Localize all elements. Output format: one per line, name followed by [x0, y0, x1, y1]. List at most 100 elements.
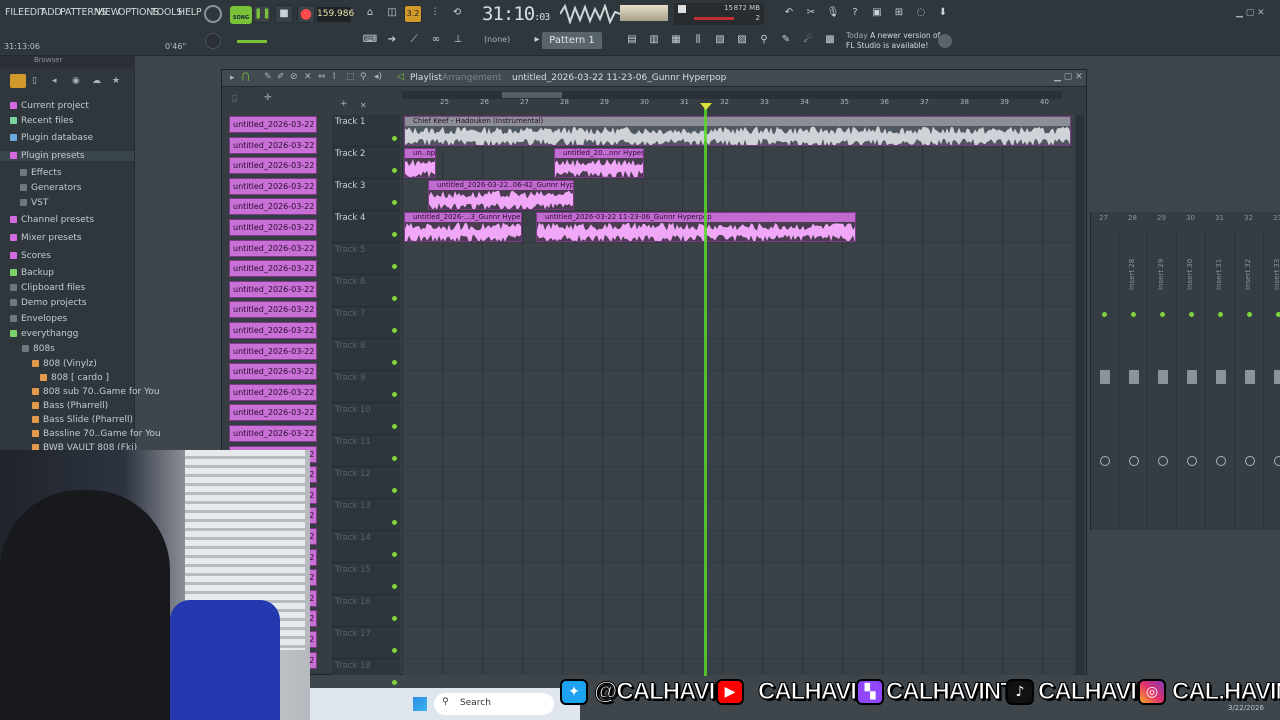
- track-mute-led[interactable]: [392, 296, 397, 301]
- track-header[interactable]: Track 2: [332, 147, 400, 179]
- tempo-tapper-icon[interactable]: ☄: [799, 32, 817, 50]
- plugin-icon[interactable]: ⊞: [890, 5, 908, 23]
- track-row[interactable]: [402, 499, 1074, 531]
- browser-item[interactable]: Bass Slide (Pharrell): [0, 415, 133, 425]
- song-mode-button[interactable]: SONG: [230, 6, 252, 24]
- piano-roll-icon[interactable]: ▥: [645, 32, 663, 50]
- track-mute-led[interactable]: [392, 392, 397, 397]
- slip-tool-icon[interactable]: ⇔: [318, 72, 326, 82]
- browser-item[interactable]: Channel presets: [0, 215, 94, 225]
- insert-fader[interactable]: [1158, 370, 1168, 384]
- track-mute-led[interactable]: [392, 680, 397, 685]
- undo-icon[interactable]: ↶: [780, 5, 798, 23]
- help-icon[interactable]: ?: [846, 5, 864, 23]
- browser-item[interactable]: Scores: [0, 251, 51, 261]
- playlist-icon[interactable]: ▤: [623, 32, 641, 50]
- playlist-menu-arrow-icon[interactable]: ▸: [230, 73, 235, 83]
- track-mute-led[interactable]: [392, 424, 397, 429]
- audio-clip[interactable]: untitled_2026-03-22 11-23-06_Gunnr Hyper…: [536, 212, 856, 242]
- track-mute-led[interactable]: [392, 520, 397, 525]
- draw-tool-icon[interactable]: ✎: [264, 72, 272, 82]
- add-pattern-icon[interactable]: ✛: [264, 93, 272, 103]
- browser-item[interactable]: Envelopes: [0, 314, 67, 324]
- add-track-icon[interactable]: +: [340, 99, 348, 109]
- track-row[interactable]: [402, 435, 1074, 467]
- pattern-clip-source[interactable]: untitled_2026-03-22 11-...: [229, 363, 317, 381]
- track-mute-led[interactable]: [392, 360, 397, 365]
- pattern-clip-source[interactable]: untitled_2026-03-22 11-...: [229, 425, 317, 442]
- insert-knob[interactable]: [1158, 456, 1168, 466]
- browser-item[interactable]: Effects: [0, 168, 62, 178]
- paint-tool-icon[interactable]: ✐: [277, 72, 285, 82]
- browser-item[interactable]: VST: [0, 198, 48, 208]
- track-mute-led[interactable]: [392, 264, 397, 269]
- vertical-scrollbar[interactable]: [1076, 115, 1084, 675]
- insert-knob[interactable]: [1216, 456, 1226, 466]
- news-panel[interactable]: Today A newer version of FL Studio is ava…: [846, 31, 940, 51]
- windows-start-icon[interactable]: [413, 697, 427, 711]
- select-tool-icon[interactable]: ⬚: [346, 72, 355, 82]
- track-header[interactable]: Track 10: [332, 403, 400, 435]
- browser-item[interactable]: Current project: [0, 101, 89, 111]
- browser-item[interactable]: Generators: [0, 183, 81, 193]
- browser-item[interactable]: Plugin presets: [0, 151, 134, 161]
- playhead[interactable]: [704, 106, 707, 676]
- menu-add[interactable]: ADD: [41, 7, 62, 18]
- link-icon[interactable]: ∞: [427, 32, 445, 50]
- cut-tool-icon[interactable]: ✂: [802, 5, 820, 23]
- pattern-picker-icon[interactable]: ⌸: [232, 95, 237, 105]
- browser-item[interactable]: 808s: [0, 344, 55, 354]
- track-header[interactable]: Track 4: [332, 211, 400, 243]
- menu-help[interactable]: HELP: [178, 7, 202, 18]
- pattern-clip-source[interactable]: untitled_2026-03-22 11-...: [229, 322, 317, 339]
- cpu-meter-icon[interactable]: [204, 5, 222, 23]
- browser-back-icon[interactable]: ◂: [52, 76, 57, 86]
- browser-icon[interactable]: ▧: [711, 32, 729, 50]
- pattern-clip-source[interactable]: untitled_2026-03-22 11-...: [229, 301, 317, 319]
- track-row[interactable]: [402, 371, 1074, 403]
- mute-tool-icon[interactable]: ✕: [304, 72, 312, 82]
- browser-item[interactable]: Plugin database: [0, 133, 93, 143]
- pattern-selector[interactable]: Pattern 1: [542, 32, 602, 49]
- track-row[interactable]: [402, 403, 1074, 435]
- insert-led[interactable]: [1189, 312, 1194, 317]
- track-header[interactable]: Track 15: [332, 563, 400, 595]
- download-icon[interactable]: ⬇: [934, 5, 952, 23]
- browser-item[interactable]: Bassline 70..Game for You: [0, 429, 161, 439]
- track-mute-led[interactable]: [392, 648, 397, 653]
- magnet-icon[interactable]: ⋂: [242, 72, 249, 82]
- track-header[interactable]: Track 13: [332, 499, 400, 531]
- mixer-insert[interactable]: 30 Insert 30: [1178, 214, 1206, 530]
- browser-cloud-icon[interactable]: ☁: [92, 76, 101, 86]
- insert-fader[interactable]: [1129, 370, 1139, 384]
- track-row[interactable]: [402, 563, 1074, 595]
- countdown-icon[interactable]: 3.2: [404, 5, 422, 23]
- wait-input-icon[interactable]: ◫: [383, 5, 401, 23]
- browser-item[interactable]: Clipboard files: [0, 283, 85, 293]
- stop-button[interactable]: ■: [275, 5, 293, 23]
- track-row[interactable]: [402, 627, 1074, 659]
- track-mute-led[interactable]: [392, 232, 397, 237]
- mixer-insert[interactable]: 33 Insert 33: [1265, 214, 1280, 530]
- track-header[interactable]: Track 12: [332, 467, 400, 499]
- piano-icon[interactable]: ⌨: [361, 32, 379, 50]
- insert-knob[interactable]: [1187, 456, 1197, 466]
- pattern-clip-source[interactable]: untitled_2026-03-22 11-...: [229, 404, 317, 422]
- mixer-insert[interactable]: 27: [1091, 214, 1119, 530]
- track-mute-led[interactable]: [392, 584, 397, 589]
- insert-fader[interactable]: [1100, 370, 1110, 384]
- microphone-icon[interactable]: 🎙: [824, 5, 842, 23]
- news-settings-icon[interactable]: [938, 34, 952, 48]
- browser-menu-icon[interactable]: [10, 74, 26, 88]
- brush-icon[interactable]: ⟋: [405, 32, 423, 50]
- track-mute-led[interactable]: [392, 328, 397, 333]
- store-icon[interactable]: ▩: [821, 32, 839, 50]
- menu-view[interactable]: VIEW: [96, 7, 120, 18]
- browser-collapse-icon[interactable]: ◉: [72, 76, 80, 86]
- pattern-clip-source[interactable]: untitled_2026-03-22 11-...: [229, 280, 317, 298]
- track-mute-led[interactable]: [392, 168, 397, 173]
- zoom-tool-icon[interactable]: ⚲: [360, 72, 367, 82]
- track-header[interactable]: Track 9: [332, 371, 400, 403]
- insert-knob[interactable]: [1274, 456, 1280, 466]
- browser-item[interactable]: Backup: [0, 268, 54, 278]
